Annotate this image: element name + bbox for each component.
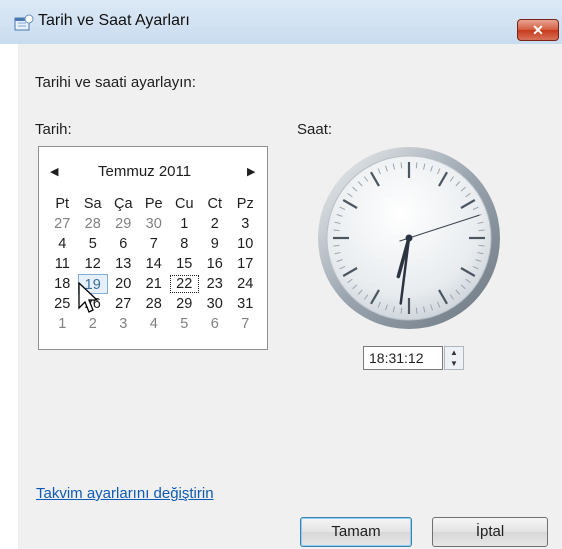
calendar-day[interactable]: 31 [230,294,261,314]
calendar-day[interactable]: 15 [169,254,200,274]
spin-down-icon[interactable]: ▼ [445,358,463,369]
clock-tick [333,244,340,247]
calendar-day[interactable]: 28 [139,294,170,314]
calendar-day[interactable]: 8 [169,234,200,254]
calendar-day[interactable]: 29 [108,214,139,234]
ok-button[interactable]: Tamam [300,517,412,547]
calendar-day[interactable]: 17 [230,254,261,274]
calendar-day[interactable]: 12 [78,254,109,274]
close-icon: ✕ [532,22,544,38]
calendar-day[interactable]: 28 [78,214,109,234]
weekday-label: Cu [174,196,194,212]
analog-clock [318,147,500,329]
weekday-header: Pt Sa Ça Pe Cu Ct Pz [47,194,261,214]
prev-month-button[interactable]: ◀ [50,165,58,178]
clock-tick [415,307,418,314]
weekday-label: Pz [236,196,254,212]
calendar-week-row: 11 12 13 14 15 16 17 [47,254,261,274]
weekday-label: Pe [144,196,163,212]
calendar-week-row: 1234567 [47,314,261,334]
calendar-day[interactable]: 21 [139,274,170,294]
clock-tick [400,307,403,314]
calendar-day[interactable]: 9 [200,234,231,254]
month-title[interactable]: Temmuz 2011 [98,163,218,180]
calendar-day[interactable]: 14 [139,254,170,274]
calendar-day[interactable]: 25 [47,294,78,314]
calendar-day[interactable]: 29 [169,294,200,314]
calendar-day[interactable]: 3 [108,314,139,334]
calendar-day[interactable]: 1 [169,214,200,234]
calendar-day[interactable]: 20 [108,274,139,294]
weekday-label: Ct [207,196,223,212]
calendar-day[interactable]: 24 [230,274,261,294]
title-bar: Tarih ve Saat Ayarları ✕ [0,0,562,44]
calendar-day[interactable]: 2 [78,314,109,334]
weekday-label: Ça [113,196,133,212]
next-month-button[interactable]: ▶ [247,165,255,178]
cancel-button[interactable]: İptal [432,517,548,547]
calendar-day[interactable]: 5 [78,234,109,254]
calendar-day[interactable]: 30 [200,294,231,314]
clock-center-pin [405,234,413,242]
time-label: Saat: [297,121,333,138]
instruction-text: Tarihi ve saati ayarlayın: [35,74,196,91]
calendar-day[interactable]: 7 [230,314,261,334]
clock-tick [478,229,485,232]
calendar-day[interactable]: 4 [47,234,78,254]
calendar-day[interactable]: 11 [47,254,78,274]
calendar-day[interactable]: 1 [47,314,78,334]
calendar-day[interactable]: 10 [230,234,261,254]
window-title: Tarih ve Saat Ayarları [38,12,190,29]
weekday-label: Pt [55,196,70,212]
calendar-day[interactable]: 2 [200,214,231,234]
time-input[interactable]: 18:31:12 [363,346,443,370]
weekday-label: Sa [83,196,102,212]
calendar-day[interactable]: 23 [200,274,231,294]
calendar-week-row: 27 28 29 30 1 2 3 [47,214,261,234]
calendar-clock-icon [14,14,34,31]
clock-tick [478,244,485,247]
calendar-day[interactable]: 18 [47,274,78,294]
calendar-day[interactable]: 13 [108,254,139,274]
calendar-day[interactable]: 27 [108,294,139,314]
mouse-cursor-icon [78,282,99,313]
time-spinner[interactable]: ▲ ▼ [444,346,464,370]
calendar-settings-link[interactable]: Takvim ayarlarını değiştirin [36,485,214,502]
calendar-day[interactable]: 16 [200,254,231,274]
calendar-week-row: 4 5 6 7 8 9 10 [47,234,261,254]
clock-tick [333,229,340,232]
date-label: Tarih: [35,121,72,138]
spin-up-icon[interactable]: ▲ [445,347,463,358]
calendar-day-today[interactable]: 22 [169,274,200,294]
calendar-day[interactable]: 5 [169,314,200,334]
close-button[interactable]: ✕ [517,19,559,41]
calendar-day[interactable]: 7 [139,234,170,254]
calendar-day[interactable]: 4 [139,314,170,334]
calendar-day[interactable]: 30 [139,214,170,234]
clock-tick [400,162,403,169]
calendar-day[interactable]: 27 [47,214,78,234]
calendar-day[interactable]: 6 [108,234,139,254]
calendar-day[interactable]: 3 [230,214,261,234]
clock-tick [415,162,418,169]
calendar-day[interactable]: 6 [200,314,231,334]
